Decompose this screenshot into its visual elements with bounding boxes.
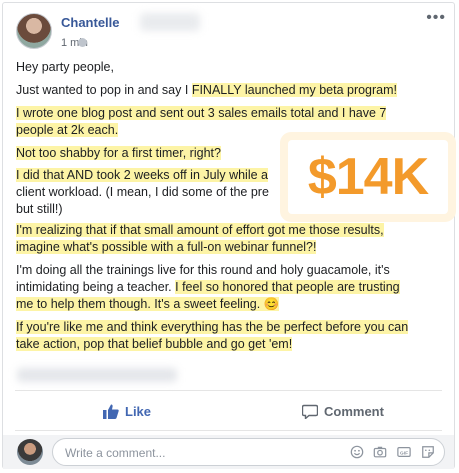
post-card: Chantelle 1 min ••• Hey party people, Ju…: [2, 2, 455, 469]
viewer-avatar[interactable]: [17, 439, 43, 465]
post-line: Just wanted to pop in and say I FINALLY …: [16, 83, 398, 97]
speech-bubble-icon: [302, 404, 318, 419]
post-line: but still!): [16, 202, 63, 216]
action-bar: Like Comment: [3, 392, 454, 430]
sticker-icon[interactable]: [420, 445, 436, 459]
author-avatar[interactable]: [16, 13, 52, 49]
gif-icon[interactable]: GIF: [396, 445, 412, 459]
emoji-icon[interactable]: [349, 445, 365, 459]
post-line: Hey party people,: [16, 60, 114, 74]
camera-icon[interactable]: [372, 445, 388, 459]
svg-text:GIF: GIF: [400, 450, 408, 456]
post-line: people at 2k each.: [16, 123, 119, 137]
more-options-icon[interactable]: •••: [426, 9, 446, 27]
post-line: Not too shabby for a first timer, right?: [16, 146, 221, 160]
comment-label: Comment: [324, 403, 384, 419]
blurred-attachment: [17, 368, 177, 382]
post-line: me to help them though. It's a sweet fee…: [16, 297, 280, 311]
comment-box[interactable]: GIF: [52, 438, 445, 466]
revenue-amount: $14K: [307, 148, 429, 206]
like-label: Like: [125, 403, 152, 419]
post-line: imagine what's possible with a full-on w…: [16, 240, 317, 254]
divider: [15, 430, 442, 431]
divider: [15, 390, 442, 391]
post-line: take action, pop that belief bubble and …: [16, 337, 293, 351]
thumbs-up-icon: [103, 404, 119, 419]
comment-input[interactable]: [63, 444, 287, 462]
smile-emoji-icon: 😊: [263, 297, 280, 311]
comment-button[interactable]: Comment: [302, 392, 384, 430]
blurred-surname: [140, 13, 200, 31]
revenue-badge: $14K: [288, 140, 448, 214]
comment-composer: GIF: [3, 435, 454, 469]
globe-icon: [78, 38, 87, 47]
author-name[interactable]: Chantelle: [61, 15, 120, 30]
like-button[interactable]: Like: [103, 392, 151, 430]
